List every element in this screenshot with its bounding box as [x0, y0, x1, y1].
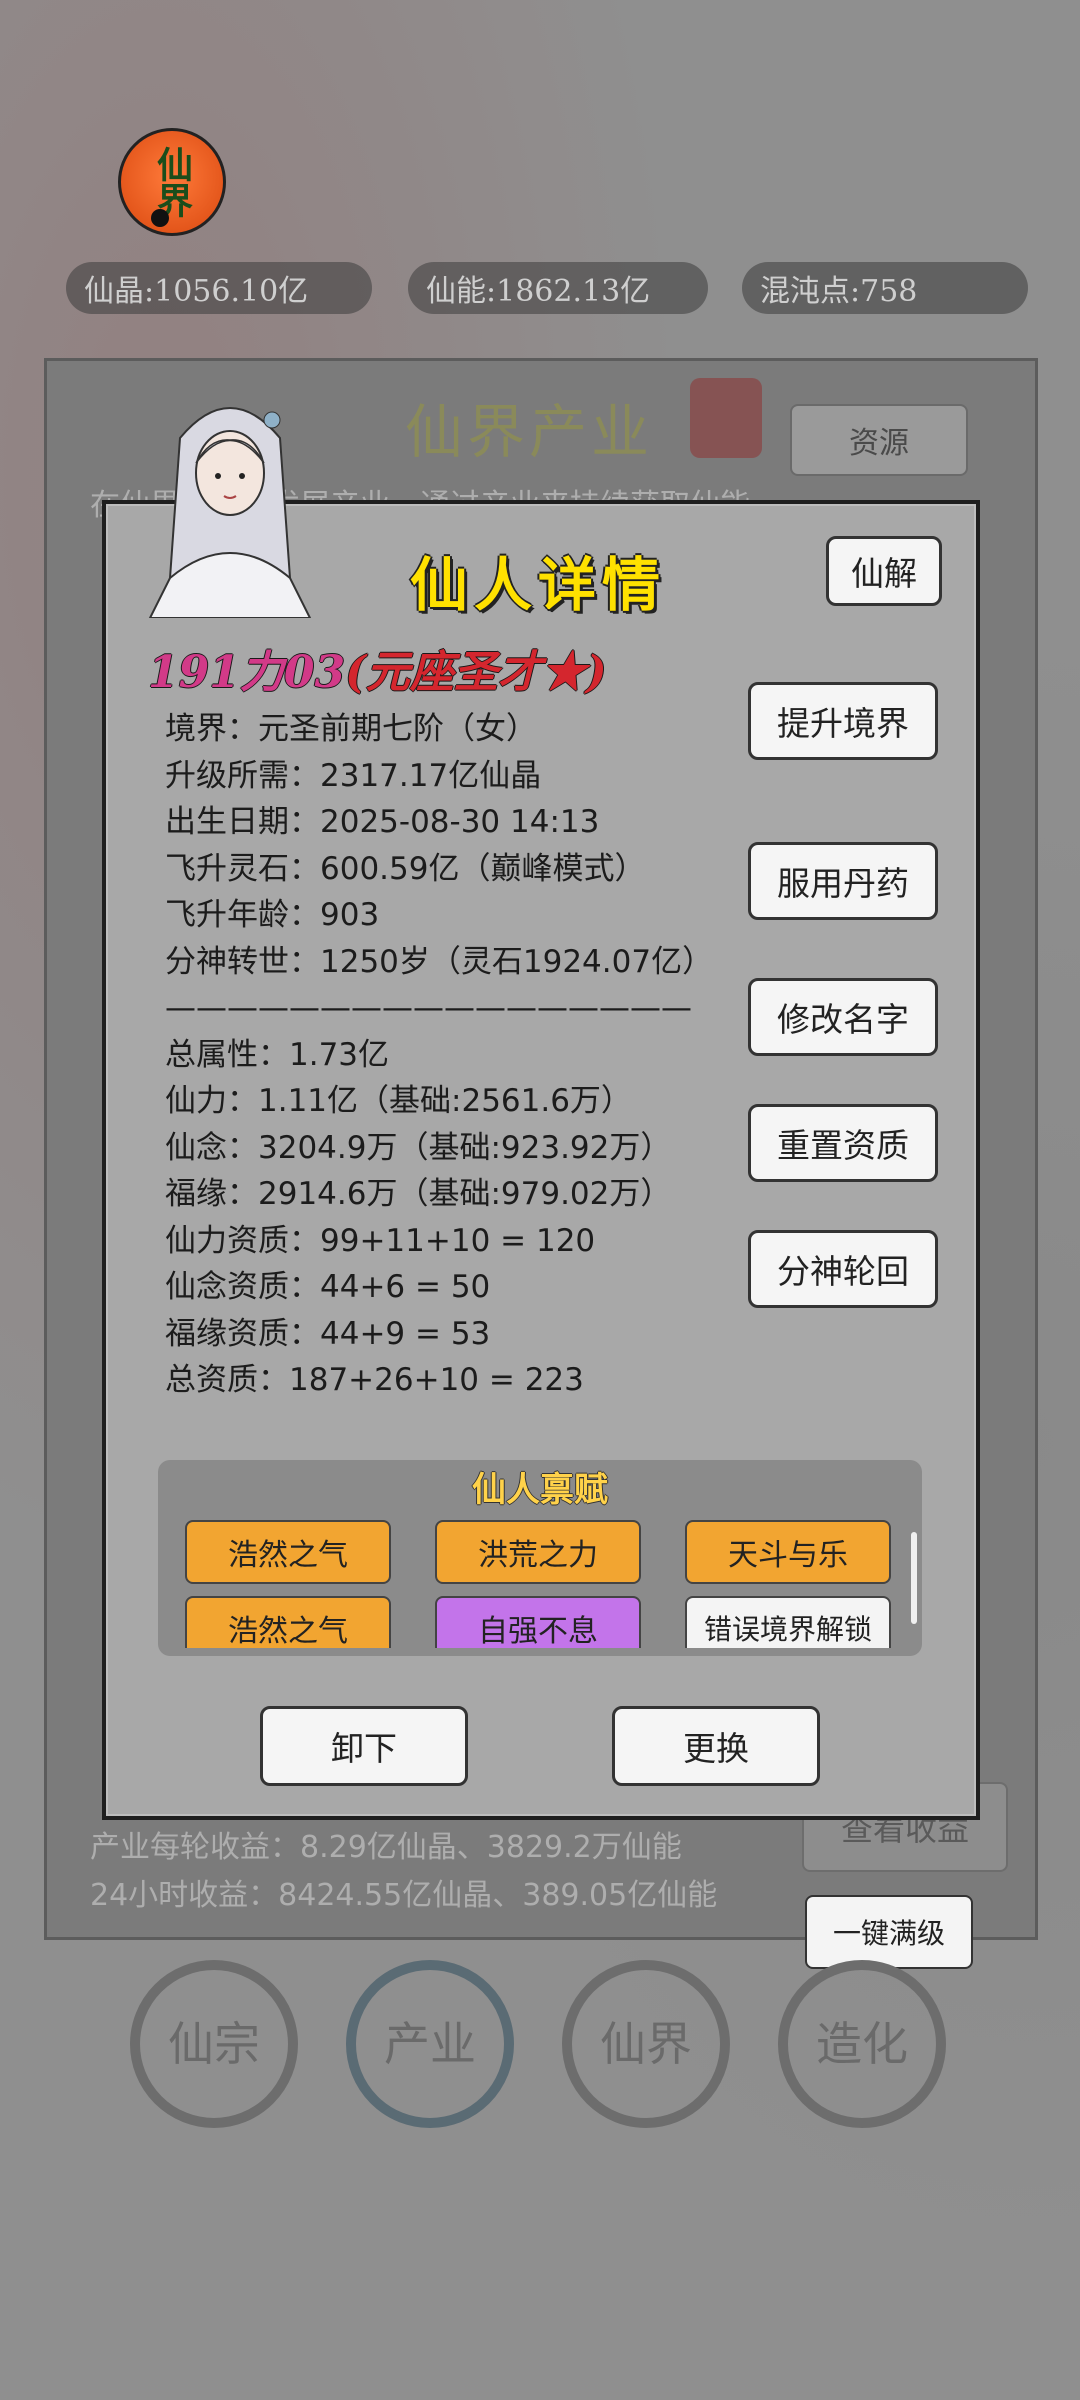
chaos-counter: 混沌点:758 — [742, 262, 1028, 314]
info-line: 福缘资质：44+9 = 53 — [165, 1315, 491, 1352]
nav-creation[interactable]: 造化 — [778, 1960, 946, 2128]
talent-label: 天斗与乐 — [728, 1538, 848, 1573]
info-line: 飞升年龄：903 — [165, 897, 380, 933]
rename-button[interactable]: 修改名字 — [748, 978, 938, 1056]
talent-item[interactable]: 错误境界解锁 — [685, 1596, 891, 1648]
immortal-info: 境界：元圣前期七阶（女） 升级所需：2317.17亿仙晶 出生日期：2025-0… — [165, 706, 713, 1404]
xianjie-button[interactable]: 仙解 — [826, 536, 942, 606]
replace-button[interactable]: 更换 — [612, 1706, 820, 1786]
name-text: 191力03 — [148, 647, 346, 698]
info-line: 福缘：2914.6万（基础:979.02万） — [165, 1176, 672, 1212]
info-line: 境界：元圣前期七阶（女） — [165, 711, 537, 747]
info-line: 仙力资质：99+11+10 = 120 — [165, 1222, 596, 1259]
unload-button[interactable]: 卸下 — [260, 1706, 468, 1786]
energy-counter: 仙能:1862.13亿 — [408, 262, 708, 314]
crystal-counter: 仙晶:1056.10亿 — [66, 262, 372, 314]
take-pill-button[interactable]: 服用丹药 — [748, 842, 938, 920]
nav-creation-label: 造化 — [816, 2017, 908, 2071]
nav-sect-label: 仙宗 — [168, 2017, 260, 2071]
one-key-max-button[interactable]: 一键满级 — [805, 1895, 973, 1969]
talent-item[interactable]: 浩然之气 — [185, 1520, 391, 1584]
nav-realm-label: 仙界 — [600, 2017, 692, 2071]
nav-industry[interactable]: 产业 — [346, 1960, 514, 2128]
nav-sect[interactable]: 仙宗 — [130, 1960, 298, 2128]
talent-label: 浩然之气 — [228, 1614, 348, 1648]
logo-text: 仙界 — [151, 146, 193, 218]
seal-icon — [690, 378, 762, 458]
resource-button[interactable]: 资源 — [790, 404, 968, 476]
talent-label: 洪荒之力 — [478, 1538, 598, 1573]
gourd-icon — [151, 209, 169, 227]
talent-label: 错误境界解锁 — [703, 1613, 872, 1646]
immortal-portrait — [148, 407, 312, 618]
reset-aptitude-button[interactable]: 重置资质 — [748, 1104, 938, 1182]
name-tag: (元座圣才★) — [345, 647, 607, 698]
talent-item[interactable]: 浩然之气 — [185, 1596, 391, 1648]
info-line: 仙念：3204.9万（基础:923.92万） — [165, 1129, 672, 1166]
info-line: 仙力：1.11亿（基础:2561.6万） — [165, 1083, 632, 1119]
info-divider: ————————————————— — [165, 990, 692, 1026]
nav-realm[interactable]: 仙界 — [562, 1960, 730, 2128]
talent-item[interactable]: 洪荒之力 — [435, 1520, 641, 1584]
chaos-text: 混沌点:758 — [760, 274, 918, 309]
talent-item[interactable]: 自强不息 — [435, 1596, 641, 1648]
energy-text: 仙能:1862.13亿 — [426, 274, 651, 309]
nav-industry-label: 产业 — [384, 2017, 476, 2071]
industry-panel-title: 仙界产业 — [405, 398, 654, 466]
talent-label: 自强不息 — [478, 1614, 598, 1648]
dialog-title: 仙人详情 — [410, 551, 667, 619]
info-line: 分神转世：1250岁（灵石1924.07亿） — [165, 943, 714, 980]
info-line: 总资质：187+26+10 = 223 — [165, 1362, 584, 1398]
reincarnation-button[interactable]: 分神轮回 — [748, 1230, 938, 1308]
info-line: 出生日期：2025-08-30 14:13 — [165, 804, 600, 840]
raise-realm-button[interactable]: 提升境界 — [748, 682, 938, 760]
income-24h: 24小时收益：8424.55亿仙晶、389.05亿仙能 — [90, 1878, 718, 1913]
crystal-text: 仙晶:1056.10亿 — [84, 274, 309, 309]
info-line: 升级所需：2317.17亿仙晶 — [165, 757, 542, 794]
talent-list[interactable]: 浩然之气 洪荒之力 天斗与乐 浩然之气 自强不息 错误境界解锁 — [158, 1508, 922, 1648]
info-line: 总属性：1.73亿 — [165, 1036, 390, 1073]
info-line: 仙念资质：44+6 = 50 — [165, 1269, 491, 1305]
talent-scrollbar[interactable] — [911, 1532, 917, 1624]
talent-item[interactable]: 天斗与乐 — [685, 1520, 891, 1584]
income-per-round: 产业每轮收益：8.29亿仙晶、3829.2万仙能 — [90, 1830, 682, 1865]
talent-title: 仙人禀赋 — [472, 1470, 608, 1510]
info-line: 飞升灵石：600.59亿（巅峰模式） — [165, 850, 646, 887]
talent-label: 浩然之气 — [228, 1538, 348, 1573]
xianjie-logo[interactable]: 仙界 — [118, 128, 226, 236]
immortal-name: 191力03(元座圣才★) — [148, 636, 607, 700]
